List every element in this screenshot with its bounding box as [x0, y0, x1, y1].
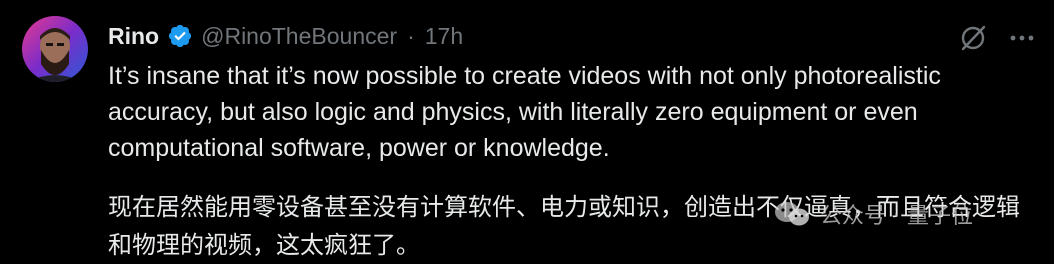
watermark: 公众号 · 量子位 — [772, 196, 973, 232]
display-name[interactable]: Rino — [108, 23, 159, 50]
tweet-header: Rino @RinoTheBouncer · 17h — [108, 18, 463, 54]
avatar[interactable] — [22, 16, 88, 82]
more-options-icon[interactable] — [1004, 20, 1040, 56]
watermark-text: 公众号 · 量子位 — [820, 204, 973, 229]
timestamp[interactable]: 17h — [425, 23, 463, 50]
tweet-text-english: It’s insane that it’s now possible to cr… — [108, 62, 941, 162]
header-separator: · — [407, 22, 415, 49]
user-handle[interactable]: @RinoTheBouncer — [201, 23, 397, 50]
tweet-body: It’s insane that it’s now possible to cr… — [108, 58, 1028, 264]
avatar-image — [22, 16, 88, 82]
grok-icon[interactable] — [955, 20, 991, 56]
wechat-icon — [772, 199, 812, 229]
tweet-card[interactable]: Rino @RinoTheBouncer · 17h It’s insane t… — [0, 0, 1054, 259]
verified-badge-icon — [167, 23, 193, 49]
